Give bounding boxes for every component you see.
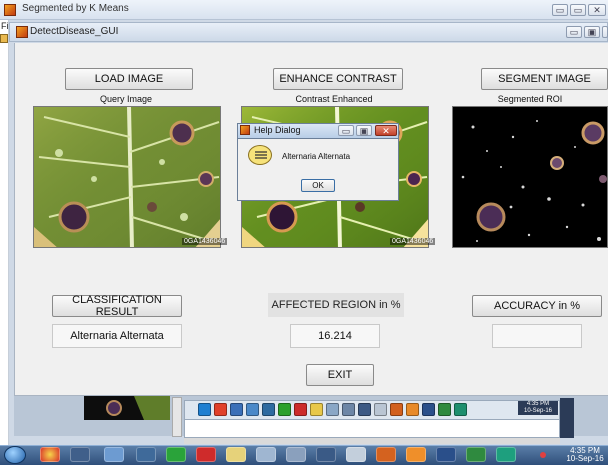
load-image-button[interactable]: LOAD IMAGE — [65, 68, 193, 90]
app-icon[interactable] — [70, 447, 90, 462]
notification-icon[interactable] — [540, 452, 546, 458]
file-menu-fragment[interactable]: Fi — [1, 21, 9, 31]
chrome-icon[interactable] — [214, 403, 227, 416]
accuracy-field[interactable] — [492, 324, 582, 348]
taskbar-clock[interactable]: 4:35 PM 10-Sep-16 — [562, 447, 608, 464]
vlc-icon[interactable] — [406, 403, 419, 416]
query-image-caption: Query Image — [99, 94, 153, 104]
calculator-icon[interactable] — [286, 447, 306, 462]
classification-result-button[interactable]: CLASSIFICATION RESULT — [52, 294, 182, 318]
segment-image-button[interactable]: SEGMENT IMAGE — [481, 68, 608, 90]
embedded-clock-date: 10-Sep-16 — [523, 408, 553, 414]
app-icon[interactable] — [374, 403, 387, 416]
paint-icon[interactable] — [226, 447, 246, 462]
chrome-icon[interactable] — [40, 447, 60, 462]
app-icon[interactable] — [316, 447, 336, 462]
matlab-icon — [240, 125, 250, 135]
help-speech-icon — [248, 145, 272, 165]
segmented-roi-caption: Segmented ROI — [497, 94, 563, 104]
embedded-window-area — [184, 420, 560, 438]
accuracy-button[interactable]: ACCURACY in % — [472, 295, 602, 317]
affected-region-label: AFFECTED REGION in % — [268, 293, 404, 317]
app-icon[interactable] — [438, 403, 451, 416]
dialog-close-button[interactable]: ✕ — [375, 125, 397, 136]
app-icon[interactable] — [358, 403, 371, 416]
network-icon[interactable] — [246, 403, 259, 416]
app-icon[interactable] — [466, 447, 486, 462]
dialog-maximize-button[interactable]: ▣ — [356, 125, 372, 136]
matlab-icon — [4, 4, 16, 16]
network-icon[interactable] — [104, 447, 124, 462]
start-icon[interactable] — [198, 403, 211, 416]
gui-window-title: DetectDisease_GUI — [30, 26, 119, 37]
outer-window-title: Segmented by K Means — [22, 3, 129, 14]
calculator-icon[interactable] — [342, 403, 355, 416]
folder-icon[interactable] — [0, 34, 8, 43]
affected-region-field[interactable]: 16.214 — [290, 324, 380, 348]
dialog-minimize-button[interactable]: ▭ — [338, 125, 354, 136]
query-image-watermark: 0GA1436046 — [182, 238, 228, 245]
document-icon[interactable] — [256, 447, 276, 462]
gui-maximize-button[interactable]: ▣ — [584, 26, 600, 38]
horizontal-scrollbar[interactable] — [184, 438, 560, 444]
outer-minimize-button[interactable]: ▭ — [552, 4, 568, 16]
document-icon[interactable] — [326, 403, 339, 416]
utorrent-icon[interactable] — [166, 447, 186, 462]
segmented-roi-image — [452, 106, 608, 248]
contrast-enhanced-caption: Contrast Enhanced — [295, 94, 373, 104]
embedded-clock-panel — [560, 398, 574, 438]
pdf-icon[interactable] — [196, 447, 216, 462]
query-image — [33, 106, 221, 248]
utorrent-icon[interactable] — [278, 403, 291, 416]
matlab-icon — [16, 26, 28, 38]
help-dialog-message: Alternaria Alternata — [282, 152, 351, 161]
outer-window-sidebar — [0, 20, 9, 465]
matlab-icon[interactable] — [390, 403, 403, 416]
outer-close-button[interactable]: ✕ — [588, 4, 606, 16]
dialog-ok-button[interactable]: OK — [301, 179, 335, 192]
enhanced-image-watermark: 0GA1436046 — [390, 238, 436, 245]
app-icon[interactable] — [454, 403, 467, 416]
app-icon[interactable] — [496, 447, 516, 462]
help-dialog-title: Help Dialog — [254, 125, 301, 135]
paint-icon[interactable] — [310, 403, 323, 416]
outer-maximize-button[interactable]: ▭ — [570, 4, 586, 16]
embedded-clock-time: 4:35 PM — [526, 401, 550, 407]
background-image-thumbnail — [84, 396, 170, 420]
app-icon[interactable] — [346, 447, 366, 462]
classification-result-field[interactable]: Alternaria Alternata — [52, 324, 182, 348]
vertical-scrollbar[interactable] — [172, 397, 182, 437]
folder-icon[interactable] — [136, 447, 156, 462]
gui-minimize-button[interactable]: ▭ — [566, 26, 582, 38]
publisher-icon[interactable] — [422, 403, 435, 416]
start-button-icon[interactable] — [4, 446, 26, 464]
enhance-contrast-button[interactable]: ENHANCE CONTRAST — [273, 68, 403, 90]
app-icon[interactable] — [230, 403, 243, 416]
matlab-icon[interactable] — [376, 447, 396, 462]
gui-close-button[interactable] — [602, 26, 608, 38]
publisher-icon[interactable] — [436, 447, 456, 462]
taskbar-clock-date: 10-Sep-16 — [566, 454, 604, 463]
embedded-clock: 4:35 PM 10-Sep-16 — [518, 401, 558, 415]
vlc-icon[interactable] — [406, 447, 426, 462]
folder-icon[interactable] — [262, 403, 275, 416]
exit-button[interactable]: EXIT — [306, 364, 374, 386]
pdf-icon[interactable] — [294, 403, 307, 416]
